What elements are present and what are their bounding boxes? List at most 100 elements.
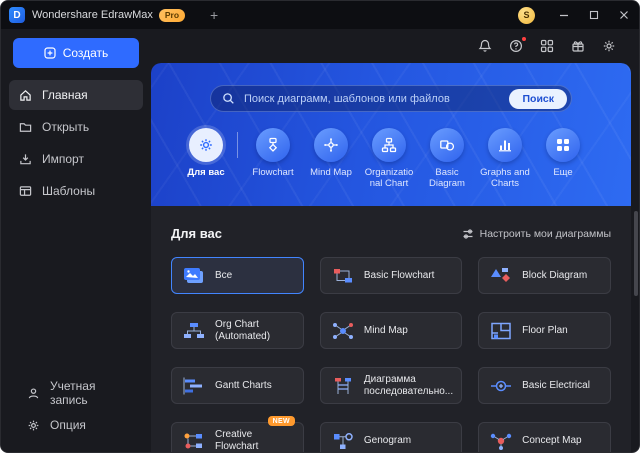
template-card-floor-plan[interactable]: Floor Plan <box>478 312 611 349</box>
card-label: Creative Flowchart <box>215 428 259 452</box>
category-label: Organizatio nal Chart <box>364 167 414 189</box>
scrollbar-thumb[interactable] <box>634 211 638 296</box>
section-title: Для вас <box>171 226 222 241</box>
template-card-mind-map[interactable]: Mind Map <box>319 312 463 349</box>
category-basic-diagram[interactable]: Basic Diagram <box>418 128 476 190</box>
all-templates-icon <box>182 266 206 286</box>
sidebar-item-label: Главная <box>42 88 88 102</box>
search-bar[interactable]: Поиск <box>210 85 572 112</box>
minimize-button[interactable] <box>549 1 579 29</box>
sidebar-item-home[interactable]: Главная <box>9 80 143 110</box>
creative-flowchart-icon <box>182 431 206 451</box>
user-avatar[interactable]: S <box>518 6 535 24</box>
template-card-all[interactable]: Все <box>171 257 304 294</box>
sidebar-item-label: Открыть <box>42 120 90 134</box>
card-label: Basic Flowchart <box>363 269 435 281</box>
sidebar-item-label: Шаблоны <box>42 184 96 198</box>
template-card-org-chart[interactable]: Org Chart (Automated) <box>171 312 304 349</box>
category-divider <box>237 132 238 158</box>
category-mind-map[interactable]: Mind Map <box>302 128 360 179</box>
sidebar-item-account[interactable]: Учетная запись <box>17 378 135 408</box>
search-icon <box>223 93 234 104</box>
card-label: Диаграмма последовательно... <box>363 373 454 397</box>
customize-diagrams-button[interactable]: Настроить мои диаграммы <box>462 228 611 240</box>
category-flowchart[interactable]: Flowchart <box>244 128 302 179</box>
template-card-creative-flowchart[interactable]: NEW Creative Flowchart <box>171 416 304 452</box>
create-button-label: Создать <box>62 46 109 60</box>
help-icon[interactable] <box>508 36 527 54</box>
genogram-icon <box>331 431 355 451</box>
category-label: Еще <box>553 167 573 178</box>
concept-map-icon <box>489 431 513 451</box>
search-button[interactable]: Поиск <box>509 88 567 109</box>
category-row: Для вас Flowchart Mind Map Organizatio n… <box>151 128 631 190</box>
card-label: Block Diagram <box>522 269 588 281</box>
floor-plan-icon <box>489 321 513 341</box>
header-icons <box>151 29 639 63</box>
card-label: Basic Electrical <box>522 379 590 391</box>
card-label: Gantt Charts <box>215 379 272 391</box>
template-card-block-diagram[interactable]: Block Diagram <box>478 257 611 294</box>
card-label: Genogram <box>363 434 412 446</box>
template-grid: Все Basic Flowchart Block Diagram Org Ch… <box>151 257 631 452</box>
category-graphs-charts[interactable]: Graphs and Charts <box>476 128 534 190</box>
apps-grid-icon[interactable] <box>539 38 555 54</box>
category-label: Для вас <box>187 167 225 178</box>
sidebar: Создать Главная Открыть Импорт Шаблоны У… <box>1 29 151 452</box>
notification-bell-icon[interactable] <box>477 38 493 54</box>
folder-icon <box>19 122 32 132</box>
category-for-you[interactable]: Для вас <box>177 128 235 179</box>
org-chart-auto-icon <box>182 321 206 341</box>
section-header: Для вас Настроить мои диаграммы <box>151 206 631 257</box>
sidebar-item-templates[interactable]: Шаблоны <box>9 176 143 206</box>
template-card-basic-flowchart[interactable]: Basic Flowchart <box>319 257 463 294</box>
basic-flowchart-icon <box>331 266 355 286</box>
help-badge <box>521 36 527 42</box>
card-label: Mind Map <box>363 324 408 336</box>
settings-gear-icon[interactable] <box>601 38 617 54</box>
template-card-sequence-diagram[interactable]: Диаграмма последовательно... <box>319 367 463 404</box>
card-label: Concept Map <box>522 434 582 446</box>
home-icon <box>20 89 31 101</box>
basic-diagram-icon <box>430 128 464 162</box>
template-card-concept-map[interactable]: Concept Map <box>478 422 611 452</box>
plus-icon <box>44 47 56 59</box>
template-card-gantt-charts[interactable]: Gantt Charts <box>171 367 304 404</box>
search-input[interactable] <box>242 91 510 106</box>
customize-label: Настроить мои диаграммы <box>479 227 611 240</box>
sequence-diagram-icon <box>331 376 355 396</box>
account-icon <box>28 387 39 398</box>
category-label: Graphs and Charts <box>480 167 530 189</box>
sidebar-item-options[interactable]: Опция <box>17 410 135 440</box>
category-org-chart[interactable]: Organizatio nal Chart <box>360 128 418 190</box>
sidebar-item-label: Опция <box>50 418 86 432</box>
category-label: Basic Diagram <box>429 167 465 189</box>
banner: Поиск Для вас Flowchart <box>151 63 631 206</box>
options-gear-icon <box>28 420 39 430</box>
category-more[interactable]: Еще <box>534 128 592 179</box>
mind-map-card-icon <box>331 321 355 341</box>
card-label: Org Chart (Automated) <box>215 318 271 342</box>
org-chart-icon <box>372 128 406 162</box>
app-window: D Wondershare EdrawMax Pro + S Создать Г… <box>0 0 640 453</box>
new-badge: NEW <box>267 416 295 426</box>
block-diagram-icon <box>489 266 513 286</box>
sliders-icon <box>463 228 473 239</box>
new-tab-button[interactable]: + <box>203 5 225 25</box>
template-card-genogram[interactable]: Genogram <box>319 422 463 452</box>
templates-icon <box>19 185 32 196</box>
basic-electrical-icon <box>489 376 513 396</box>
flowchart-icon <box>256 128 290 162</box>
close-button[interactable] <box>609 1 639 29</box>
main-panel: Поиск Для вас Flowchart <box>151 63 631 452</box>
create-button[interactable]: Создать <box>13 38 139 68</box>
edrawmax-logo-icon: D <box>9 7 25 23</box>
template-card-basic-electrical[interactable]: Basic Electrical <box>478 367 611 404</box>
gift-icon[interactable] <box>570 38 586 54</box>
sidebar-item-open[interactable]: Открыть <box>9 112 143 142</box>
maximize-button[interactable] <box>579 1 609 29</box>
gantt-charts-icon <box>182 376 206 396</box>
card-label: Floor Plan <box>522 324 568 336</box>
sidebar-item-import[interactable]: Импорт <box>9 144 143 174</box>
pro-badge: Pro <box>158 8 186 22</box>
